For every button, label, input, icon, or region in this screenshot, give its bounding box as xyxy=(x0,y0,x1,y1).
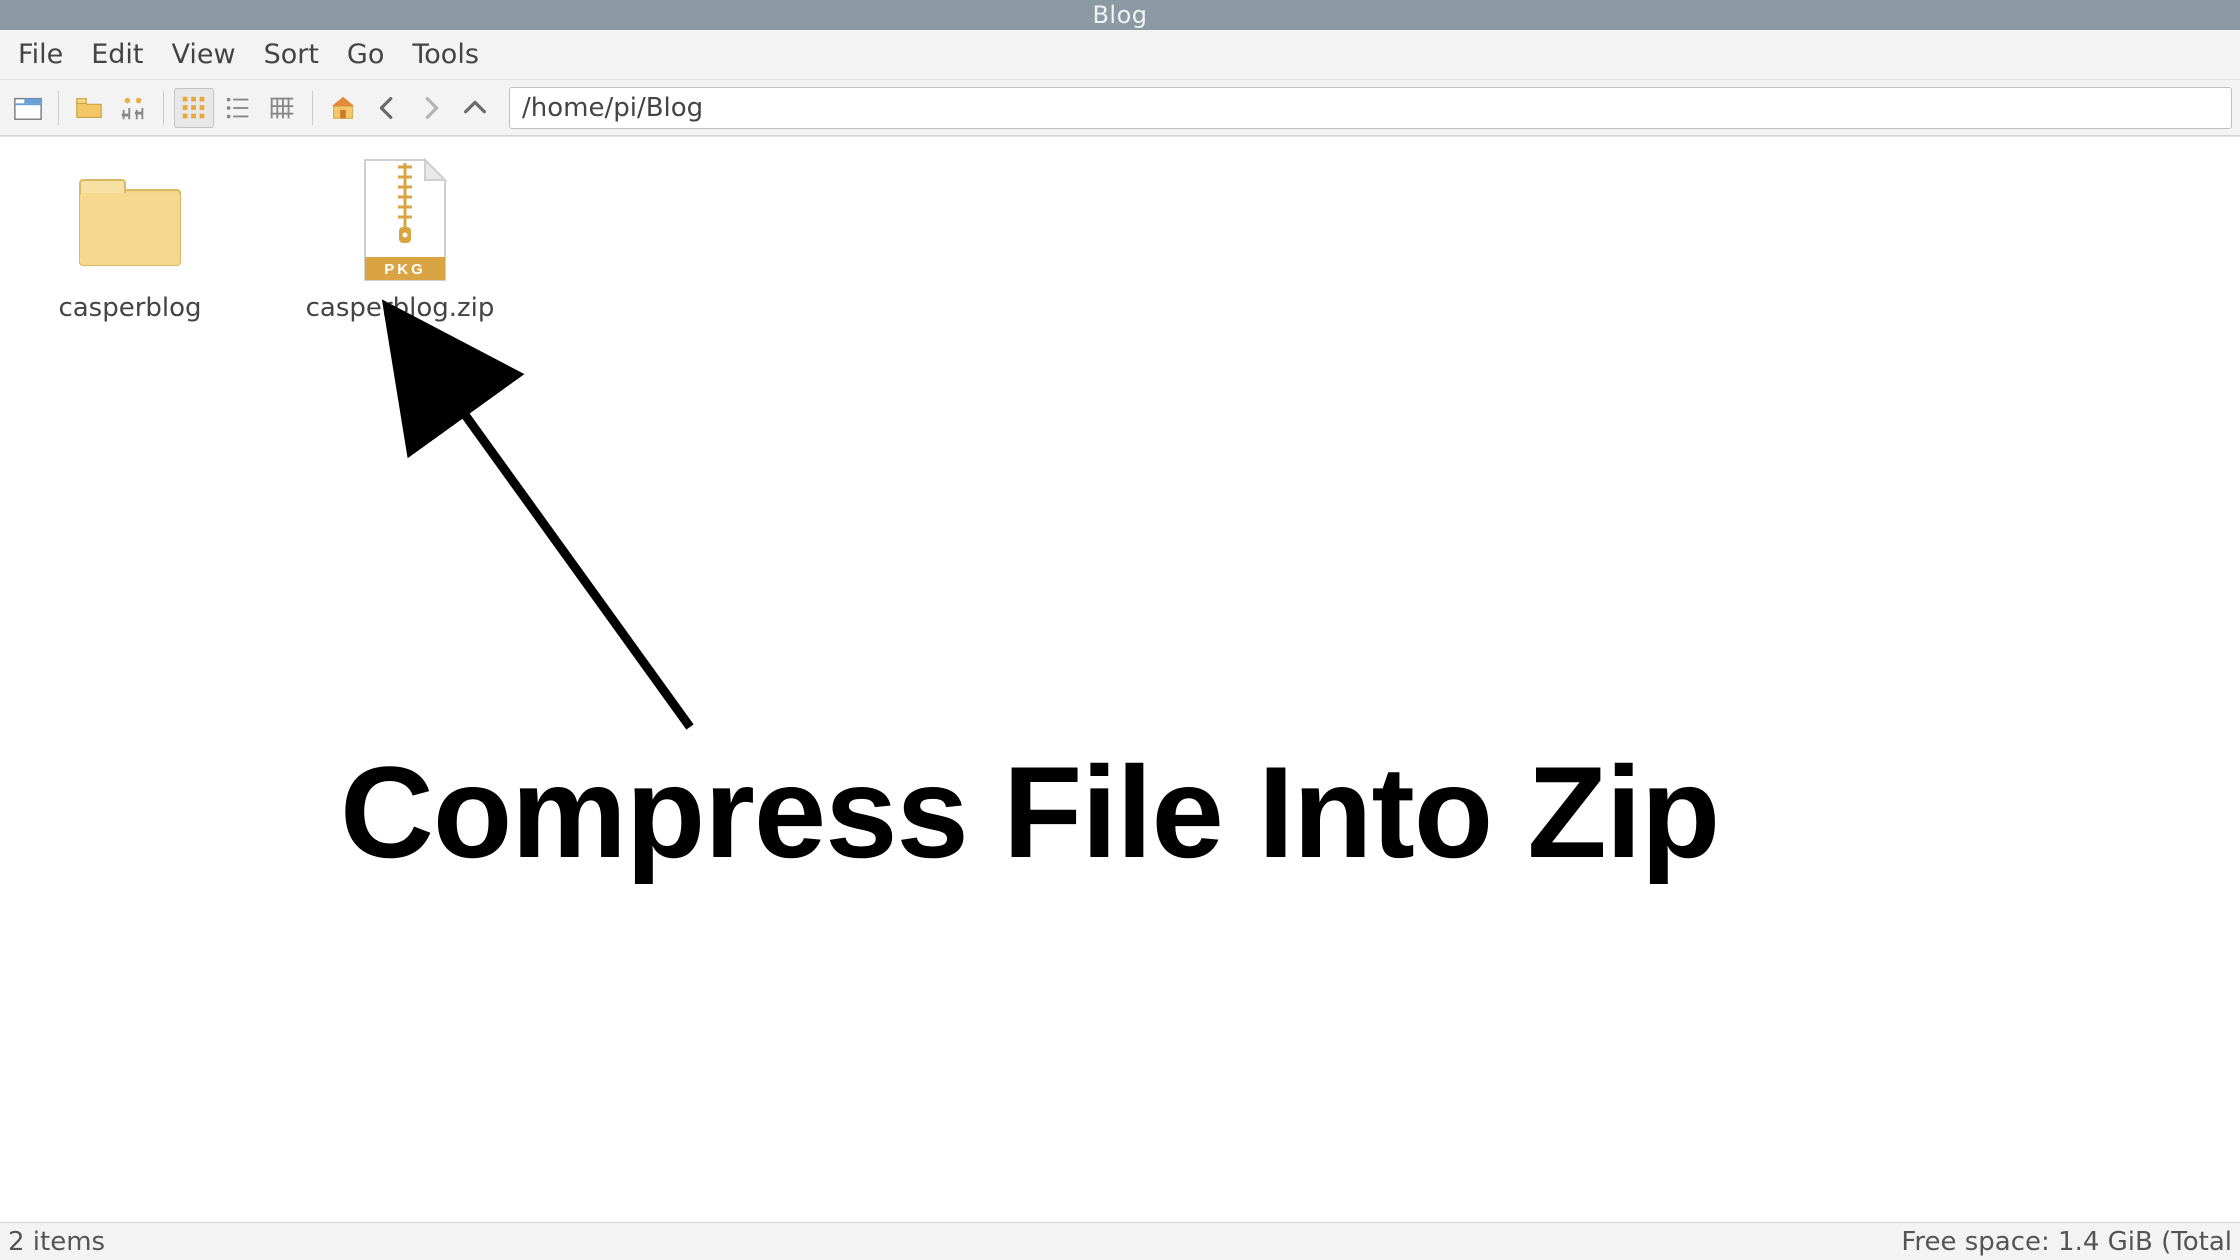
icon-grid: casperblog PKG xyxy=(0,137,2240,341)
window-title: Blog xyxy=(1092,1,1147,29)
toolbar-separator xyxy=(312,91,313,125)
detail-list-icon xyxy=(267,93,297,123)
menu-edit[interactable]: Edit xyxy=(77,33,157,76)
file-view[interactable]: casperblog PKG xyxy=(0,136,2240,1222)
icon-view-button[interactable] xyxy=(174,88,214,128)
home-button[interactable] xyxy=(323,88,363,128)
status-free-space: Free space: 1.4 GiB (Total xyxy=(1901,1227,2232,1257)
folder-icon xyxy=(60,155,200,285)
status-bar: 2 items Free space: 1.4 GiB (Total xyxy=(0,1222,2240,1260)
annotation-text: Compress File Into Zip xyxy=(340,737,1719,887)
path-bar[interactable]: /home/pi/Blog xyxy=(509,87,2232,129)
back-button[interactable] xyxy=(367,88,407,128)
archive-icon: PKG xyxy=(330,155,470,285)
file-item-folder[interactable]: casperblog xyxy=(30,155,230,323)
file-item-archive[interactable]: PKG casperblog.zip xyxy=(300,155,500,323)
menu-view[interactable]: View xyxy=(157,33,249,76)
new-tab-button[interactable] xyxy=(8,88,48,128)
forward-button[interactable] xyxy=(411,88,451,128)
toolbar: /home/pi/Blog xyxy=(0,80,2240,136)
toolbar-separator xyxy=(58,91,59,125)
svg-text:PKG: PKG xyxy=(384,261,426,278)
menu-tools[interactable]: Tools xyxy=(398,33,493,76)
home-icon xyxy=(328,93,358,123)
menu-sort[interactable]: Sort xyxy=(250,33,333,76)
arrow-up-icon xyxy=(460,93,490,123)
status-item-count: 2 items xyxy=(8,1227,105,1257)
window-titlebar: Blog xyxy=(0,0,2240,30)
compact-view-button[interactable] xyxy=(218,88,258,128)
arrow-right-icon xyxy=(416,93,446,123)
menu-file[interactable]: File xyxy=(4,33,77,76)
path-text: /home/pi/Blog xyxy=(522,93,703,123)
arrow-left-icon xyxy=(372,93,402,123)
menu-go[interactable]: Go xyxy=(333,33,398,76)
preferences-icon xyxy=(118,93,148,123)
new-folder-icon xyxy=(74,93,104,123)
detail-view-button[interactable] xyxy=(262,88,302,128)
compact-list-icon xyxy=(223,93,253,123)
new-tab-icon xyxy=(13,93,43,123)
file-label: casperblog xyxy=(58,293,201,323)
menu-bar: File Edit View Sort Go Tools xyxy=(0,30,2240,80)
up-button[interactable] xyxy=(455,88,495,128)
new-folder-button[interactable] xyxy=(69,88,109,128)
file-label: casperblog.zip xyxy=(306,293,495,323)
grid-icon xyxy=(179,93,209,123)
preferences-button[interactable] xyxy=(113,88,153,128)
toolbar-separator xyxy=(163,91,164,125)
